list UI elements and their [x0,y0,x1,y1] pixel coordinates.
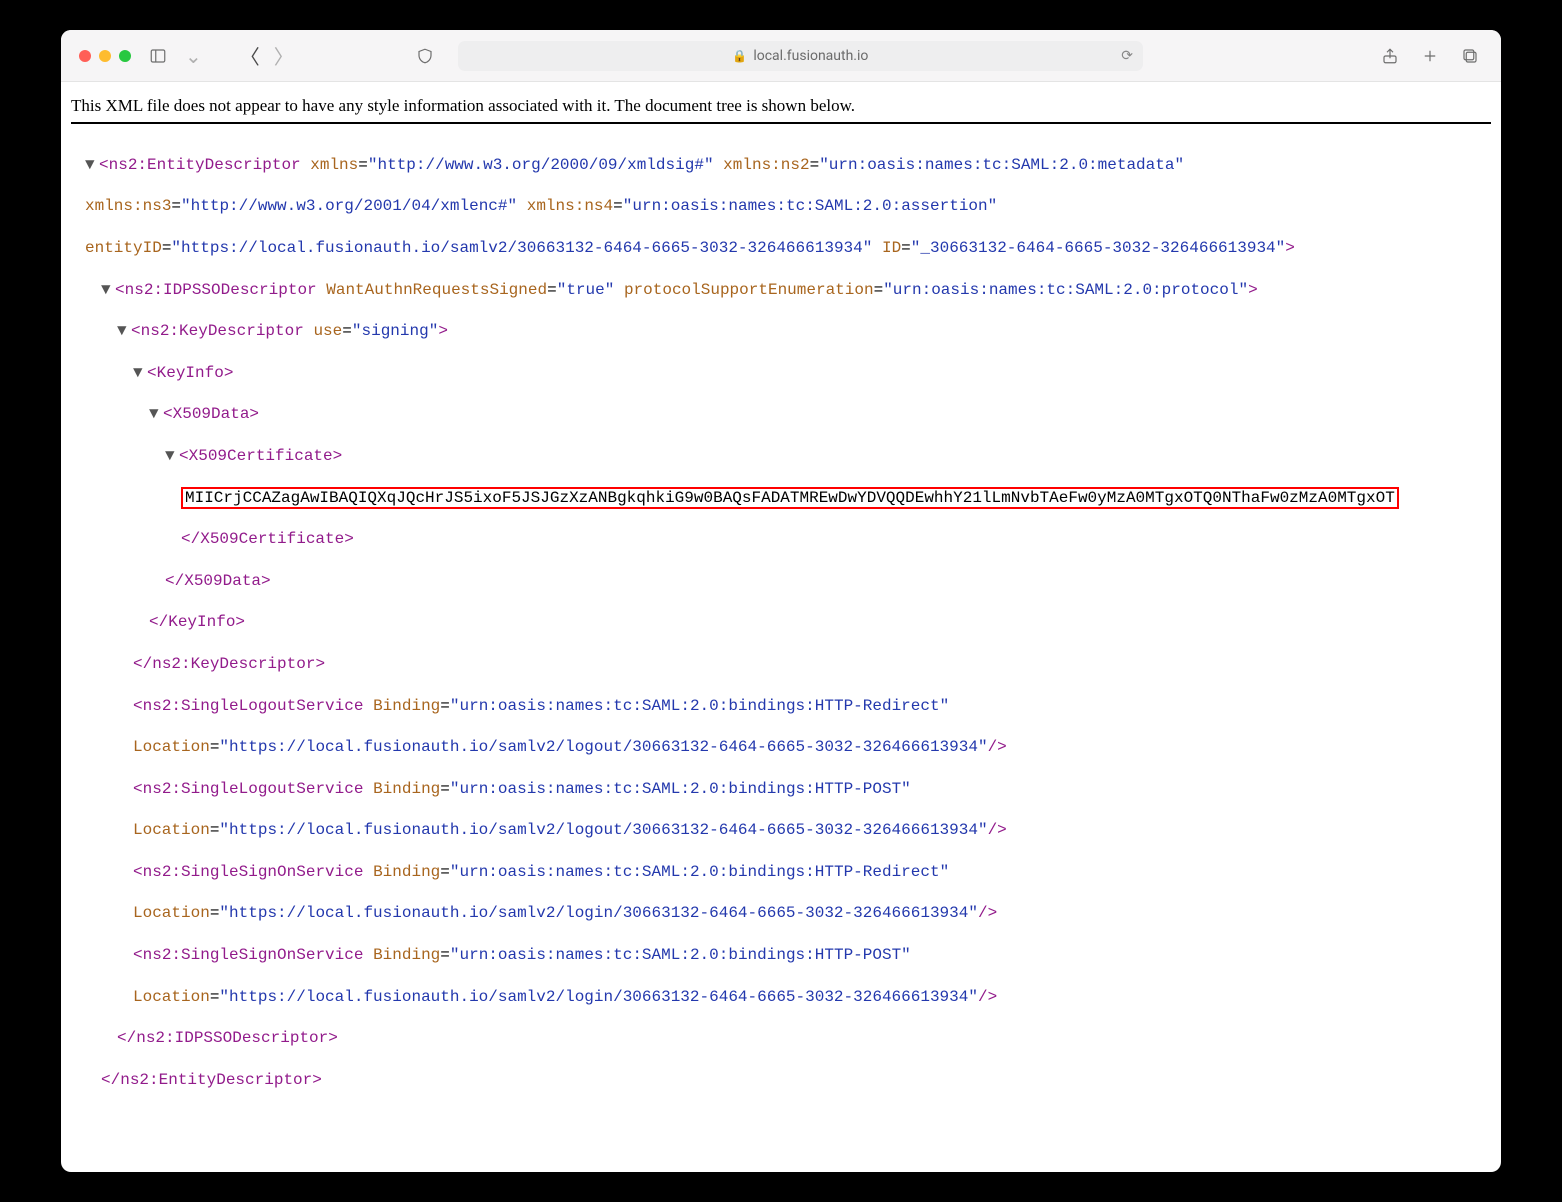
browser-window: ⌄ 〈 〉 🔒 local.fusionauth.io ⟳ This XML f… [61,30,1501,1172]
window-controls [79,50,131,62]
chevron-down-icon[interactable]: ⌄ [185,44,202,68]
xml-line: </X509Data> [71,571,1491,592]
maximize-window-button[interactable] [119,50,131,62]
xml-line: ▼<ns2:IDPSSODescriptor WantAuthnRequests… [71,280,1491,301]
sidebar-toggle-icon[interactable] [145,43,171,69]
address-text: local.fusionauth.io [753,48,868,64]
new-tab-icon[interactable] [1417,43,1443,69]
close-window-button[interactable] [79,50,91,62]
xml-line: Location="https://local.fusionauth.io/sa… [71,820,1491,841]
highlighted-cert: MIICrjCCAZagAwIBAQIQXqJQcHrJS5ixoF5JSJGz… [181,487,1399,509]
disclosure-triangle-icon[interactable]: ▼ [133,363,147,384]
xml-tree: ▼<ns2:EntityDescriptor xmlns="http://www… [71,134,1491,1132]
xml-line: <ns2:SingleLogoutService Binding="urn:oa… [71,696,1491,717]
forward-button[interactable]: 〉 [274,41,294,70]
disclosure-triangle-icon[interactable]: ▼ [85,155,99,176]
disclosure-triangle-icon[interactable]: ▼ [101,280,115,301]
disclosure-triangle-icon[interactable]: ▼ [165,446,179,467]
xml-line: Location="https://local.fusionauth.io/sa… [71,737,1491,758]
xml-line: </ns2:KeyDescriptor> [71,654,1491,675]
xml-line: </ns2:EntityDescriptor> [71,1070,1491,1091]
xml-notice: This XML file does not appear to have an… [71,96,1491,124]
shield-icon[interactable] [412,43,438,69]
minimize-window-button[interactable] [99,50,111,62]
xml-line: Location="https://local.fusionauth.io/sa… [71,903,1491,924]
reload-icon[interactable]: ⟳ [1121,48,1133,64]
tabs-icon[interactable] [1457,43,1483,69]
xml-line: Location="https://local.fusionauth.io/sa… [71,987,1491,1008]
xml-line: ▼<X509Certificate> [71,446,1491,467]
xml-line: <ns2:SingleSignOnService Binding="urn:oa… [71,945,1491,966]
xml-line: <ns2:SingleSignOnService Binding="urn:oa… [71,862,1491,883]
xml-line: ▼<KeyInfo> [71,363,1491,384]
share-icon[interactable] [1377,43,1403,69]
xml-certificate-value: MIICrjCCAZagAwIBAQIQXqJQcHrJS5ixoF5JSJGz… [71,488,1491,509]
xml-line: ▼<ns2:EntityDescriptor xmlns="http://www… [71,155,1491,176]
xml-line: </KeyInfo> [71,612,1491,633]
address-bar[interactable]: 🔒 local.fusionauth.io ⟳ [458,41,1143,71]
titlebar: ⌄ 〈 〉 🔒 local.fusionauth.io ⟳ [61,30,1501,82]
xml-line: </ns2:IDPSSODescriptor> [71,1028,1491,1049]
xml-line: entityID="https://local.fusionauth.io/sa… [71,238,1491,259]
xml-line: <ns2:SingleLogoutService Binding="urn:oa… [71,779,1491,800]
xml-line: </X509Certificate> [71,529,1491,550]
lock-icon: 🔒 [732,49,747,63]
xml-line: ▼<ns2:KeyDescriptor use="signing"> [71,321,1491,342]
xml-line: ▼<X509Data> [71,404,1491,425]
disclosure-triangle-icon[interactable]: ▼ [117,321,131,342]
page-content: This XML file does not appear to have an… [61,82,1501,1172]
xml-line: xmlns:ns3="http://www.w3.org/2001/04/xml… [71,196,1491,217]
back-button[interactable]: 〈 [240,41,260,70]
disclosure-triangle-icon[interactable]: ▼ [149,404,163,425]
